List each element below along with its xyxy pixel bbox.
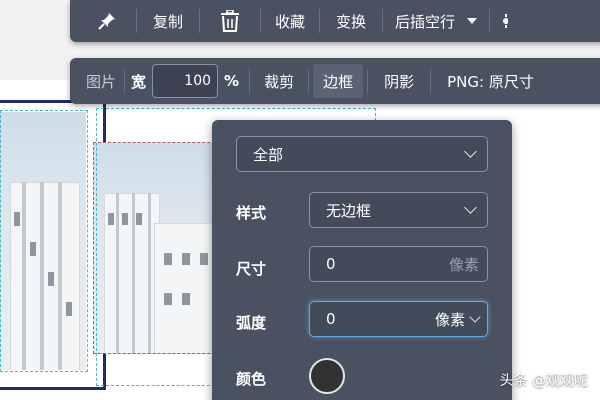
chevron-down-icon: [464, 201, 477, 214]
border-radius-unit-dropdown[interactable]: 像素: [434, 309, 481, 330]
more-button[interactable]: [490, 0, 509, 42]
delete-button[interactable]: [200, 0, 260, 42]
border-scope-value: 全部: [253, 145, 284, 164]
copy-button[interactable]: 复制: [137, 0, 199, 42]
chevron-down-icon: [469, 310, 481, 323]
block-toolbar: 复制 收藏 变换 后插空行: [70, 0, 600, 42]
style-label: 样式: [236, 204, 267, 222]
separator: [308, 69, 310, 93]
border-color-swatch[interactable]: [309, 358, 345, 394]
shadow-button[interactable]: 阴影: [368, 58, 430, 104]
percent-label: %: [224, 72, 240, 90]
border-size-value: 0: [326, 255, 336, 273]
chevron-down-icon: [464, 145, 477, 158]
image-toolbar: 图片 宽 % 裁剪 边框 阴影 PNG: 原尺寸: [70, 58, 600, 104]
pin-button[interactable]: [70, 0, 136, 42]
border-size-unit: 像素: [448, 255, 479, 274]
insert-after-label: 后插空行: [395, 12, 456, 31]
format-dropdown[interactable]: PNG: 原尺寸: [431, 58, 550, 104]
width-label: 宽: [131, 72, 147, 91]
watermark: 头条 @观观呢: [499, 373, 588, 389]
border-style-select[interactable]: 无边框: [309, 192, 488, 228]
partial-icon: [503, 14, 509, 28]
radius-label: 弧度: [236, 314, 267, 332]
border-radius-input[interactable]: 0 像素: [309, 301, 488, 337]
border-radius-unit: 像素: [434, 310, 465, 329]
border-settings-panel: 全部 样式 无边框 尺寸 0 像素 弧度 0 像素 颜色: [212, 120, 512, 400]
border-scope-select[interactable]: 全部: [236, 136, 488, 172]
crop-button[interactable]: 裁剪: [250, 58, 308, 104]
image-label: 图片: [86, 72, 117, 91]
border-radius-value: 0: [326, 310, 336, 328]
transform-button[interactable]: 变换: [320, 0, 382, 42]
caret-down-icon: [467, 18, 478, 24]
size-label: 尺寸: [236, 260, 267, 278]
pushpin-icon: [98, 13, 115, 30]
border-button[interactable]: 边框: [313, 64, 364, 98]
insert-after-dropdown[interactable]: 后插空行: [383, 0, 489, 42]
image-dashed-outline: [0, 110, 88, 372]
color-label: 颜色: [236, 370, 267, 388]
border-size-input[interactable]: 0 像素: [309, 246, 488, 282]
width-input[interactable]: [152, 64, 219, 98]
border-style-value: 无边框: [326, 201, 372, 220]
favorite-button[interactable]: 收藏: [261, 0, 319, 42]
trash-icon: [221, 10, 240, 32]
